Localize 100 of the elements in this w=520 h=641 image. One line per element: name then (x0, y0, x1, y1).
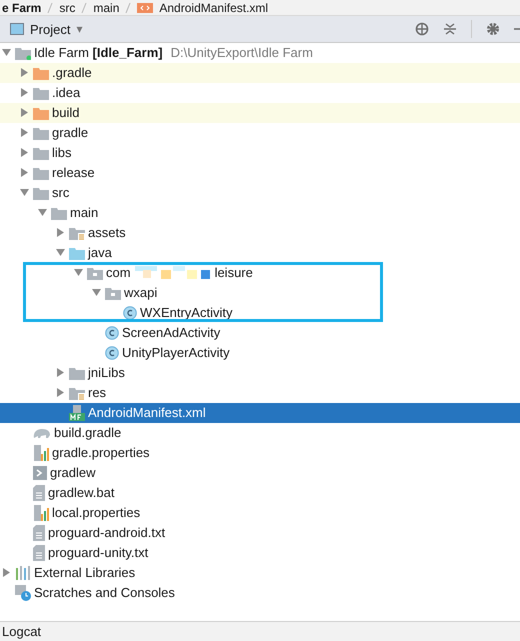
expand-arrow-icon[interactable] (20, 88, 29, 98)
terminal-file-icon (33, 466, 47, 480)
resource-folder-icon (69, 386, 85, 400)
expand-arrow-icon[interactable] (20, 68, 29, 78)
class-icon (105, 326, 119, 340)
tool-window-tab[interactable]: Logcat (0, 624, 42, 639)
tree-row[interactable]: gradle.properties (0, 442, 520, 463)
tree-row[interactable]: ScreenAdActivity (0, 322, 520, 343)
expand-arrow-icon[interactable] (56, 228, 65, 238)
tree-item-label: gradlew.bat (48, 484, 114, 501)
tree-item-label: libs (52, 144, 72, 161)
expand-arrow-icon[interactable] (20, 108, 29, 118)
expand-arrow-icon[interactable] (20, 128, 29, 138)
tree-item-label: java (88, 244, 112, 261)
tree-item-label: release (52, 164, 95, 181)
tree-row[interactable]: proguard-unity.txt (0, 542, 520, 563)
tree-row[interactable]: UnityPlayerActivity (0, 342, 520, 363)
expand-arrow-icon[interactable] (38, 208, 47, 218)
separator-icon (81, 2, 88, 14)
tree-row[interactable]: .gradle (0, 62, 520, 83)
breadcrumb[interactable]: e Farm (2, 0, 42, 15)
separator-icon (47, 2, 54, 14)
tree-row[interactable]: Scratches and Consoles (0, 582, 520, 603)
folder-icon (33, 166, 49, 180)
manifest-file-icon (69, 404, 85, 421)
scratch-icon (15, 584, 31, 601)
tree-row[interactable]: com leisure (0, 262, 520, 283)
tree-row[interactable]: release (0, 162, 520, 183)
tree-item-label: local.properties (52, 504, 140, 521)
window-icon (10, 23, 24, 36)
tree-item-label: assets (88, 224, 126, 241)
text-file-icon (33, 524, 45, 541)
expand-arrow-icon[interactable] (56, 368, 65, 378)
tree-row[interactable]: main (0, 202, 520, 223)
tree-item-label: proguard-android.txt (48, 524, 166, 541)
collapse-all-icon[interactable] (443, 22, 457, 36)
folder-icon (51, 206, 67, 220)
tree-row[interactable]: Idle Farm [Idle_Farm] D:\UnityExport\Idle Farm (0, 42, 520, 63)
tree-item-label: ScreenAdActivity (122, 324, 220, 341)
text-file-icon (33, 544, 45, 561)
tree-item-label: UnityPlayerActivity (122, 344, 230, 361)
expand-arrow-icon[interactable] (74, 268, 83, 278)
tree-row[interactable]: res (0, 382, 520, 403)
dropdown-arrow[interactable]: ▾ (76, 22, 82, 36)
tree-item-label: AndroidManifest.xml (88, 404, 206, 421)
tree-row[interactable]: java (0, 242, 520, 263)
view-selector[interactable]: Project (30, 22, 70, 37)
tree-item-label: wxapi (124, 284, 158, 301)
tree-item-label: .gradle (52, 64, 92, 81)
breadcrumb[interactable]: src (59, 0, 76, 15)
tree-row[interactable]: gradlew.bat (0, 482, 520, 503)
tree-row[interactable]: WXEntryActivity (0, 302, 520, 323)
class-icon (123, 306, 137, 320)
tree-row[interactable]: gradlew (0, 462, 520, 483)
xml-file-icon (137, 2, 154, 13)
properties-file-icon (33, 504, 49, 521)
folder-icon (33, 86, 49, 100)
tree-item-label: gradle (52, 124, 88, 141)
separator-icon (125, 2, 132, 14)
expand-arrow-icon[interactable] (56, 388, 65, 398)
tree-row[interactable]: build (0, 102, 520, 123)
folder-icon (69, 246, 85, 260)
breadcrumb[interactable]: main (93, 0, 120, 15)
breadcrumb[interactable]: AndroidManifest.xml (159, 0, 268, 15)
expand-arrow-icon[interactable] (2, 568, 11, 578)
expand-arrow-icon[interactable] (92, 288, 101, 298)
library-icon (15, 566, 31, 580)
tree-row[interactable]: wxapi (0, 282, 520, 303)
tree-row[interactable]: src (0, 182, 520, 203)
package-icon (105, 286, 121, 300)
expand-arrow-icon[interactable] (20, 168, 29, 178)
tree-row[interactable]: local.properties (0, 502, 520, 523)
folder-icon (33, 186, 49, 200)
folder-icon (33, 126, 49, 140)
tree-item-label: gradle.properties (52, 444, 150, 461)
locate-icon[interactable] (415, 22, 429, 36)
tree-item-label: res (88, 384, 106, 401)
tree-row[interactable]: assets (0, 222, 520, 243)
expand-arrow-icon[interactable] (56, 248, 65, 258)
tree-row[interactable]: libs (0, 142, 520, 163)
tree-item-label: com (106, 264, 131, 281)
settings-icon[interactable] (486, 22, 500, 36)
tree-item-label: External Libraries (34, 564, 136, 581)
tree-item-label: main (70, 204, 98, 221)
tree-row[interactable]: AndroidManifest.xml (0, 402, 520, 423)
properties-file-icon (33, 444, 49, 461)
tree-row[interactable]: proguard-android.txt (0, 522, 520, 543)
tree-item-label: proguard-unity.txt (48, 544, 148, 561)
expand-arrow-icon[interactable] (20, 188, 29, 198)
tree-row[interactable]: External Libraries (0, 562, 520, 583)
tree-item-label: src (52, 184, 70, 201)
tree-row[interactable]: jniLibs (0, 362, 520, 383)
expand-arrow-icon[interactable] (20, 148, 29, 158)
tree-item-label: Idle Farm [Idle_Farm] (34, 44, 163, 61)
tree-row[interactable]: gradle (0, 122, 520, 143)
tree-row[interactable]: .idea (0, 82, 520, 103)
tree-item-label: .idea (52, 84, 80, 101)
tree-row[interactable]: build.gradle (0, 422, 520, 443)
expand-arrow-icon[interactable] (2, 48, 11, 58)
module-folder-icon (15, 46, 31, 60)
